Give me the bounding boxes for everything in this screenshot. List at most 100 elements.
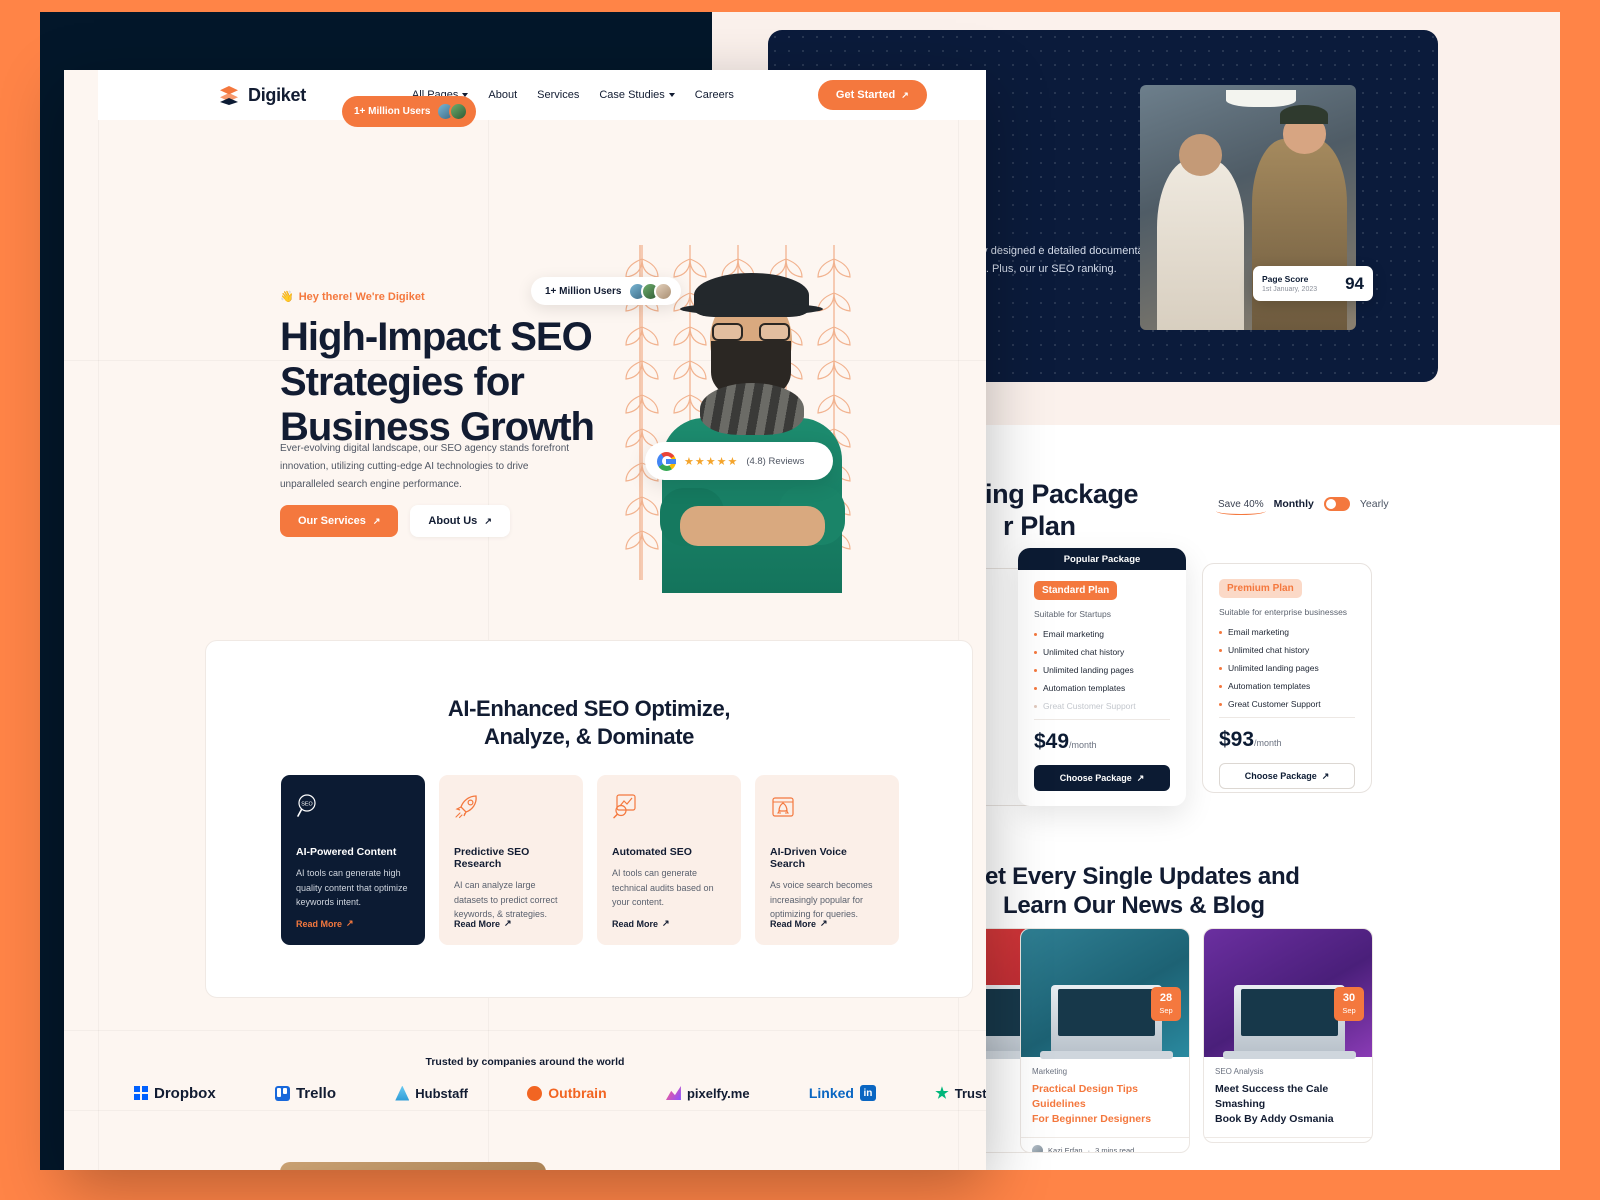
plan-tag-premium: Premium Plan <box>1219 579 1302 598</box>
logo-label: pixelfy.me <box>686 1085 750 1101</box>
logo-label: Trello <box>295 1084 336 1102</box>
blog-card[interactable]: 30 Sep SEO Analysis Meet Success the Cal… <box>1203 928 1373 1143</box>
feature-read-more-link[interactable]: Read More ↗ <box>612 918 670 929</box>
yearly-label[interactable]: Yearly <box>1360 498 1389 510</box>
chevron-down-icon <box>668 93 675 97</box>
about-us-button[interactable]: About Us ↗ <box>410 505 510 537</box>
bullet-dot-icon <box>1034 704 1037 708</box>
bullet-dot-icon <box>1219 702 1222 706</box>
plan-feature-label: Email marketing <box>1043 629 1104 639</box>
read-more-label: Read More <box>770 918 817 929</box>
lamp-shape <box>1226 89 1296 108</box>
feature-card-ai-driven-voice-search[interactable]: AI-Driven Voice Search As voice search b… <box>755 775 899 945</box>
blog-category: SEO Analysis <box>1215 1067 1264 1076</box>
price-card-premium[interactable]: Premium Plan Suitable for enterprise bus… <box>1202 563 1372 793</box>
plan-feature-label: Automation templates <box>1043 683 1126 693</box>
feature-card-automated-seo[interactable]: Automated SEO AI tools can generate tech… <box>597 775 741 945</box>
bullet-dot-icon <box>1034 650 1037 654</box>
feature-card-title: AI-Powered Content <box>296 846 397 858</box>
grid-line <box>64 1110 986 1111</box>
blog-date-month: Sep <box>1159 1006 1173 1015</box>
logo-pixelfy: pixelfy.me <box>665 1085 750 1101</box>
blog-date-day: 28 <box>1159 992 1173 1004</box>
choose-package-button-standard[interactable]: Choose Package ↗ <box>1034 765 1170 791</box>
blog-title[interactable]: Practical Design Tips Guidelines For Beg… <box>1032 1082 1178 1127</box>
logo-label: Trustpilot <box>954 1085 986 1101</box>
save-badge: Save 40% <box>1216 498 1266 515</box>
arrow-up-right-icon: ↗ <box>901 89 909 100</box>
laptop-shape <box>1040 985 1174 1059</box>
hero-buttons: Our Services ↗ About Us ↗ <box>280 505 510 537</box>
brand-name: Digiket <box>248 84 306 105</box>
read-more-label: Read More <box>296 918 343 929</box>
hero-eyebrow-label: Hey there! We're Digiket <box>298 290 425 303</box>
blog-title[interactable]: Meet Success the Cale Smashing Book By A… <box>1215 1082 1361 1127</box>
nav-link-careers[interactable]: Careers <box>695 89 734 101</box>
plan-feature-list: Email marketing Unlimited chat history U… <box>1034 629 1170 711</box>
grid-line <box>98 70 99 1170</box>
arrow-up-right-icon: ↗ <box>1321 770 1330 781</box>
choose-package-label: Choose Package <box>1244 771 1317 781</box>
nav-link-label: About <box>488 89 518 101</box>
avatar-group <box>436 102 469 121</box>
read-more-label: Read More <box>612 918 659 929</box>
trusted-by-label: Trusted by companies around the world <box>425 1056 625 1068</box>
feature-card-desc: As voice search becomes increasingly pop… <box>770 880 873 920</box>
choose-package-button-premium[interactable]: Choose Package ↗ <box>1219 763 1355 789</box>
screenshot-stage: mer ounder s not only beautifully design… <box>0 0 1600 1200</box>
grid-line <box>488 70 489 1170</box>
feature-card-predictive-seo-research[interactable]: Predictive SEO Research AI can analyze l… <box>439 775 583 945</box>
arrow-up-right-icon: ↗ <box>504 918 512 928</box>
logo-label: Linked <box>808 1085 854 1101</box>
blog-title-line1: Meet Success the Cale Smashing <box>1215 1083 1329 1110</box>
blog-thumbnail: 30 Sep <box>1204 929 1372 1059</box>
grid-line <box>958 70 959 1170</box>
trello-icon <box>274 1085 290 1101</box>
blog-card-body: Marketing Practical Design Tips Guidelin… <box>1021 1057 1189 1137</box>
billing-toggle[interactable]: Save 40% Monthly Yearly <box>1216 497 1389 515</box>
feature-card-ai-powered-content[interactable]: SEO AI-Powered Content AI tools can gene… <box>281 775 425 945</box>
trustpilot-star-icon: ★ <box>935 1085 949 1102</box>
nav-link-about[interactable]: About <box>488 89 517 101</box>
plan-feature-label: Unlimited chat history <box>1228 645 1310 655</box>
blog-card-footer: Crimson William · 5 mins read <box>1204 1136 1372 1142</box>
blog-heading-line2: Learn Our News & Blog <box>1003 892 1265 920</box>
nav-link-case-studies[interactable]: Case Studies <box>599 89 675 101</box>
our-services-button[interactable]: Our Services ↗ <box>280 505 399 537</box>
feature-read-more-link[interactable]: Read More ↗ <box>454 918 512 929</box>
arrow-up-right-icon: ↗ <box>346 918 354 928</box>
google-reviews-card: ★★★★★ (4.8) Reviews <box>645 442 833 480</box>
logo-dropbox: Dropbox <box>134 1085 216 1102</box>
get-started-button[interactable]: Get Started ↗ <box>817 80 927 110</box>
price-period: /month <box>1254 738 1282 748</box>
nav-link-services[interactable]: Services <box>537 89 579 101</box>
plan-feature-label: Email marketing <box>1228 627 1289 637</box>
hero-title-line1: High-Impact SEO <box>280 315 593 359</box>
popular-package-banner: Popular Package <box>1018 548 1186 570</box>
read-more-label: Read More <box>454 918 501 929</box>
blog-title-line1: Practical Design Tips Guidelines <box>1032 1083 1139 1110</box>
beanie-hat-shape <box>1280 104 1328 125</box>
divider <box>1219 717 1355 718</box>
hero-users-pill-label: 1+ Million Users <box>545 285 622 297</box>
monthly-label[interactable]: Monthly <box>1274 498 1314 510</box>
blog-card[interactable]: 28 Sep Marketing Practical Design Tips G… <box>1020 928 1190 1153</box>
plan-subtitle: Suitable for Startups <box>1034 609 1112 619</box>
back-screen-users-pill: 1+ Million Users <box>342 96 477 127</box>
price-amount: $49 <box>1034 730 1070 753</box>
price-card-standard[interactable]: Popular Package Standard Plan Suitable f… <box>1018 548 1186 806</box>
arrow-up-right-icon: ↗ <box>662 918 670 928</box>
plan-feature: Unlimited landing pages <box>1034 665 1170 675</box>
arrow-up-right-icon: ↗ <box>820 918 828 928</box>
bullet-dot-icon <box>1034 632 1037 636</box>
feature-read-more-link[interactable]: Read More ↗ <box>770 918 828 929</box>
page-score-label: Page Score <box>1262 274 1309 284</box>
hubstaff-icon <box>395 1085 410 1101</box>
features-title: AI-Enhanced SEO Optimize, Analyze, & Dom… <box>206 695 972 751</box>
brand-logo[interactable]: Digiket <box>218 84 306 106</box>
billing-switch[interactable] <box>1323 497 1350 511</box>
nav-link-label: Case Studies <box>599 89 665 101</box>
feature-read-more-link[interactable]: Read More ↗ <box>296 918 354 929</box>
hero-users-pill: 1+ Million Users <box>531 277 682 305</box>
rocket-window-icon <box>772 797 794 817</box>
